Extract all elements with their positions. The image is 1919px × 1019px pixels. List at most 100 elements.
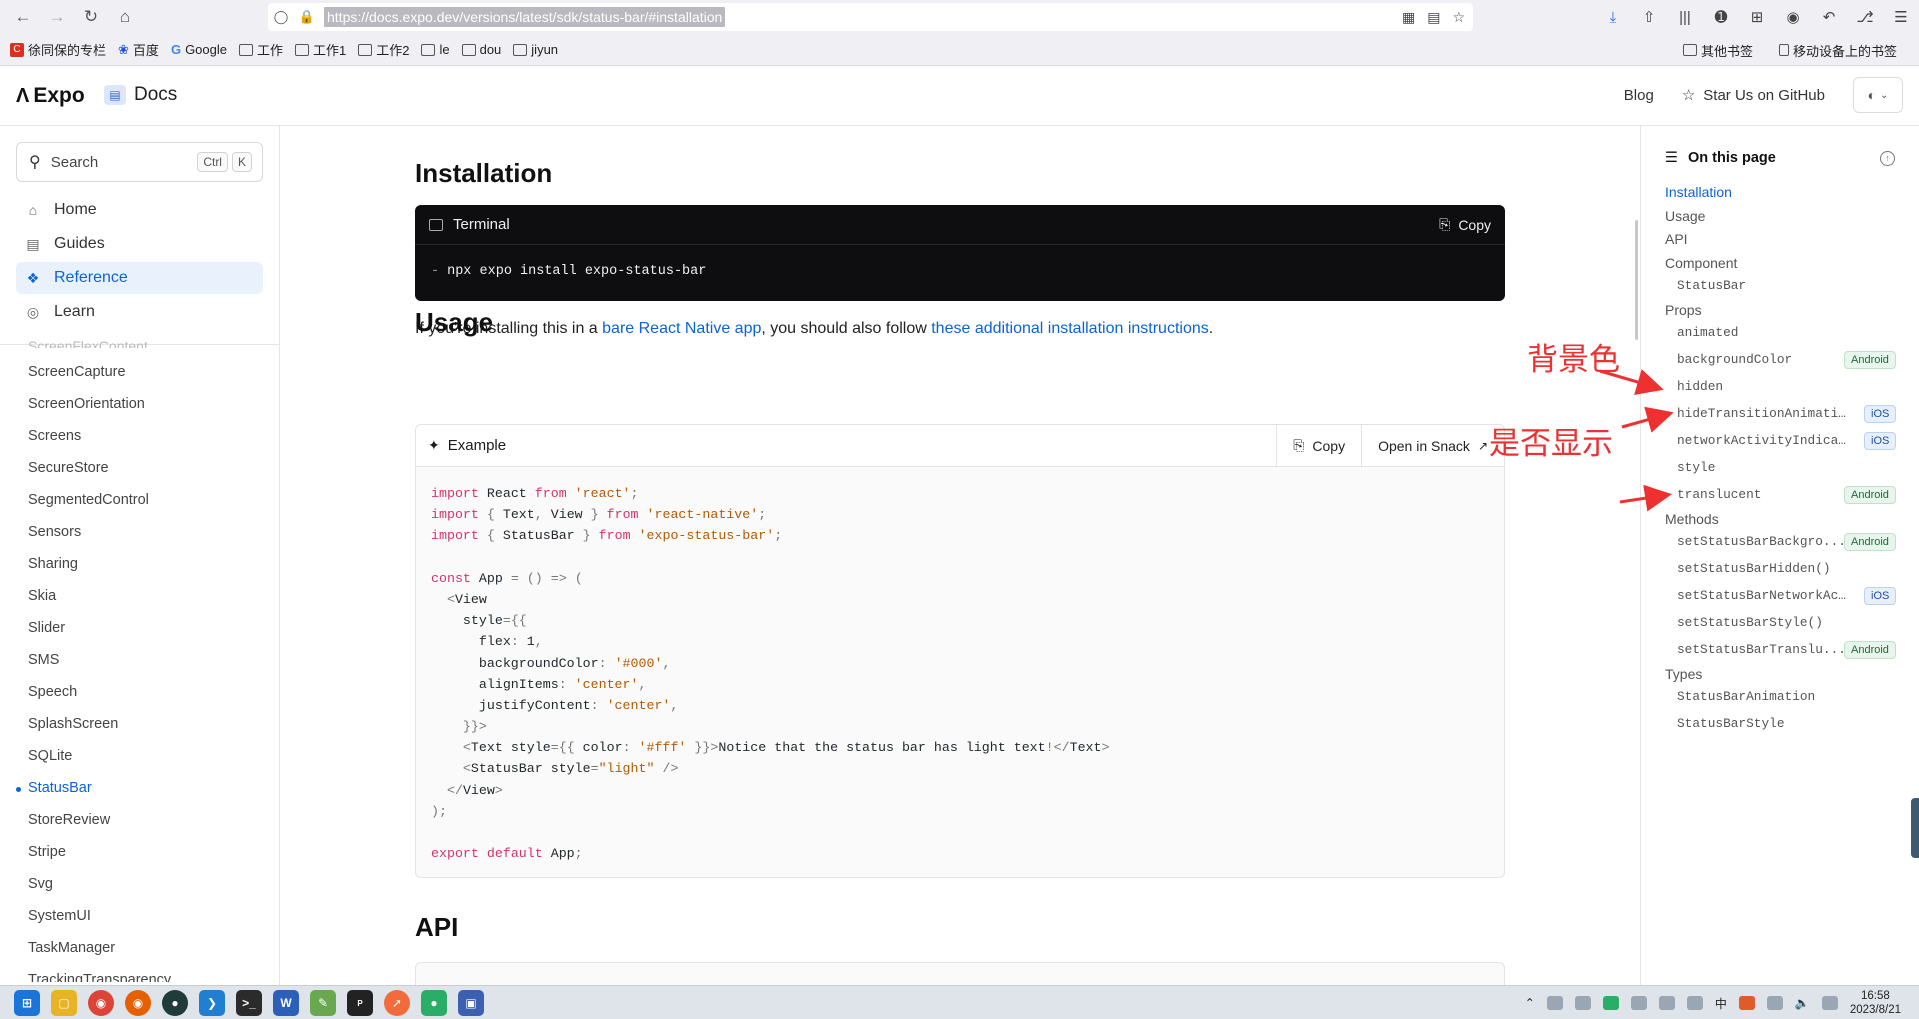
menu-icon[interactable]: ☰ — [1883, 0, 1919, 34]
sdk-item[interactable]: Skia — [28, 588, 56, 604]
sdk-item[interactable]: SegmentedControl — [28, 492, 149, 508]
terminal-icon[interactable]: >_ — [236, 990, 262, 1016]
toc-subsection-link[interactable]: setStatusBarNetworkAct... — [1677, 588, 1847, 603]
toc-subsection-link[interactable]: animated — [1677, 325, 1847, 340]
toc-subsection-link[interactable]: StatusBar — [1677, 278, 1847, 293]
home-icon[interactable]: ⌂ — [108, 0, 142, 34]
scroll-to-top-icon[interactable]: ↑ — [1880, 151, 1895, 166]
file-explorer-icon[interactable]: ▢ — [51, 990, 77, 1016]
address-bar[interactable]: ◯ 🔒 https://docs.expo.dev/versions/lates… — [268, 3, 1473, 31]
sdk-item-partial[interactable]: ScreenFlexContent — [28, 338, 148, 348]
input-method-icon[interactable]: 中 — [1715, 995, 1727, 1012]
tray-app-icon[interactable] — [1658, 996, 1675, 1010]
bookmark-folder[interactable]: jiyun — [513, 42, 558, 57]
crop-icon[interactable]: ⊞ — [1739, 0, 1775, 34]
download-icon[interactable]: ⤓ — [1595, 0, 1631, 34]
toc-subsection-link[interactable]: setStatusBarBackgro... — [1677, 534, 1847, 549]
sdk-item-active[interactable]: StatusBar — [16, 780, 92, 796]
search-button[interactable]: ⚲ Search Ctrl K — [16, 142, 263, 182]
sdk-item[interactable]: SecureStore — [28, 460, 109, 476]
other-bookmarks[interactable]: 其他书签 — [1682, 41, 1753, 60]
toc-subsection-link[interactable]: backgroundColor — [1677, 352, 1847, 367]
toc-subsection-link[interactable]: setStatusBarStyle() — [1677, 615, 1847, 630]
scrollbar[interactable] — [1635, 220, 1638, 340]
nav-item-guides[interactable]: ▤ Guides — [16, 228, 263, 260]
bookmark-folder[interactable]: 工作 — [238, 40, 283, 59]
toc-subsection-link[interactable]: style — [1677, 460, 1847, 475]
share-icon[interactable]: ⇧ — [1631, 0, 1667, 34]
sdk-item[interactable]: SMS — [28, 652, 59, 668]
nav-item-learn[interactable]: ◎ Learn — [16, 296, 263, 328]
sdk-item[interactable]: Svg — [28, 876, 53, 892]
back-icon[interactable]: ← — [6, 0, 40, 34]
tray-app-icon[interactable] — [1686, 996, 1703, 1010]
volume-icon[interactable]: 🔈 — [1795, 996, 1810, 1010]
sdk-item[interactable]: SQLite — [28, 748, 72, 764]
notepad-icon[interactable]: ✎ — [310, 990, 336, 1016]
firefox-icon[interactable]: ◉ — [125, 990, 151, 1016]
sdk-item[interactable]: Stripe — [28, 844, 66, 860]
theme-toggle-button[interactable]: ◐ ⌄ — [1853, 77, 1903, 113]
battery-icon[interactable] — [1821, 996, 1838, 1010]
sdk-item[interactable]: ScreenOrientation — [28, 396, 145, 412]
toc-section-link[interactable]: Component — [1665, 255, 1737, 271]
bookmark-folder[interactable]: 工作1 — [295, 40, 346, 59]
tray-app-icon[interactable] — [1574, 996, 1591, 1010]
side-panel-handle[interactable] — [1911, 798, 1919, 858]
nav-item-home[interactable]: ⌂ Home — [16, 194, 263, 226]
toc-section-link[interactable]: Methods — [1665, 511, 1719, 527]
toc-subsection-link[interactable]: setStatusBarHidden() — [1677, 561, 1847, 576]
toc-subsection-link[interactable]: hidden — [1677, 379, 1847, 394]
qr-code-icon[interactable]: ▦ — [1402, 9, 1415, 26]
sdk-item[interactable]: TaskManager — [28, 940, 115, 956]
undo-icon[interactable]: ↶ — [1811, 0, 1847, 34]
url-text[interactable]: https://docs.expo.dev/versions/latest/sd… — [324, 7, 726, 27]
bookmark-star-icon[interactable]: ☆ — [1452, 9, 1465, 26]
copy-button[interactable]: ⎘ Copy — [1276, 425, 1361, 466]
extensions-icon[interactable]: ⎇ — [1847, 0, 1883, 34]
sdk-item[interactable]: Slider — [28, 620, 65, 636]
nav-item-reference[interactable]: ❖ Reference — [16, 262, 263, 294]
shield-icon[interactable]: ◯ — [268, 3, 294, 31]
word-icon[interactable]: W — [273, 990, 299, 1016]
bookmark-item[interactable]: C 徐同保的专栏 — [10, 40, 106, 59]
library-icon[interactable]: ||| — [1667, 0, 1703, 34]
toc-section-link[interactable]: Types — [1665, 666, 1702, 682]
additional-instructions-link[interactable]: these additional installation instructio… — [931, 320, 1209, 337]
expo-logo[interactable]: Λ Expo — [16, 84, 85, 108]
sdk-item[interactable]: StoreReview — [28, 812, 110, 828]
sdk-item[interactable]: SplashScreen — [28, 716, 118, 732]
sdk-item[interactable]: ScreenCapture — [28, 364, 126, 380]
vscode-icon[interactable]: ❯ — [199, 990, 225, 1016]
forward-icon[interactable]: → — [40, 0, 74, 34]
mobile-bookmarks[interactable]: 移动设备上的书签 — [1778, 41, 1897, 60]
sdk-item[interactable]: TrackingTransparency — [28, 972, 171, 982]
bookmark-folder[interactable]: 工作2 — [358, 40, 409, 59]
chrome-icon[interactable]: ◉ — [88, 990, 114, 1016]
chevron-up-icon[interactable]: ⌃ — [1525, 996, 1535, 1010]
docs-home-link[interactable]: ▤ Docs — [104, 84, 177, 106]
open-in-snack-button[interactable]: Open in Snack ↗ — [1361, 425, 1504, 466]
bookmark-item[interactable]: ❀ 百度 — [118, 40, 159, 59]
postman-icon[interactable]: ➚ — [384, 990, 410, 1016]
blog-link[interactable]: Blog — [1624, 87, 1654, 104]
app-icon[interactable]: ● — [162, 990, 188, 1016]
network-icon[interactable] — [1766, 996, 1783, 1010]
toc-subsection-link[interactable]: StatusBarAnimation — [1677, 689, 1847, 704]
bare-react-native-link[interactable]: bare React Native app — [602, 320, 761, 337]
clock[interactable]: 16:58 2023/8/21 — [1850, 989, 1901, 1017]
bookmark-folder[interactable]: dou — [461, 42, 501, 57]
reader-view-icon[interactable]: ▤ — [1427, 9, 1440, 26]
lock-icon[interactable]: 🔒 — [294, 3, 320, 31]
sdk-item[interactable]: SystemUI — [28, 908, 91, 924]
github-star-link[interactable]: ☆ Star Us on GitHub — [1682, 86, 1825, 105]
sdk-item[interactable]: Sensors — [28, 524, 81, 540]
toc-subsection-link[interactable]: StatusBarStyle — [1677, 716, 1847, 731]
password-manager-icon[interactable]: ➊ — [1703, 0, 1739, 34]
copy-button[interactable]: ⎘ Copy — [1439, 216, 1491, 233]
reload-icon[interactable]: ↻ — [74, 0, 108, 34]
tray-app-icon[interactable] — [1630, 996, 1647, 1010]
toc-section-link[interactable]: Installation — [1665, 184, 1732, 200]
toc-subsection-link[interactable]: hideTransitionAnimation — [1677, 406, 1847, 421]
toc-subsection-link[interactable]: translucent — [1677, 487, 1847, 502]
